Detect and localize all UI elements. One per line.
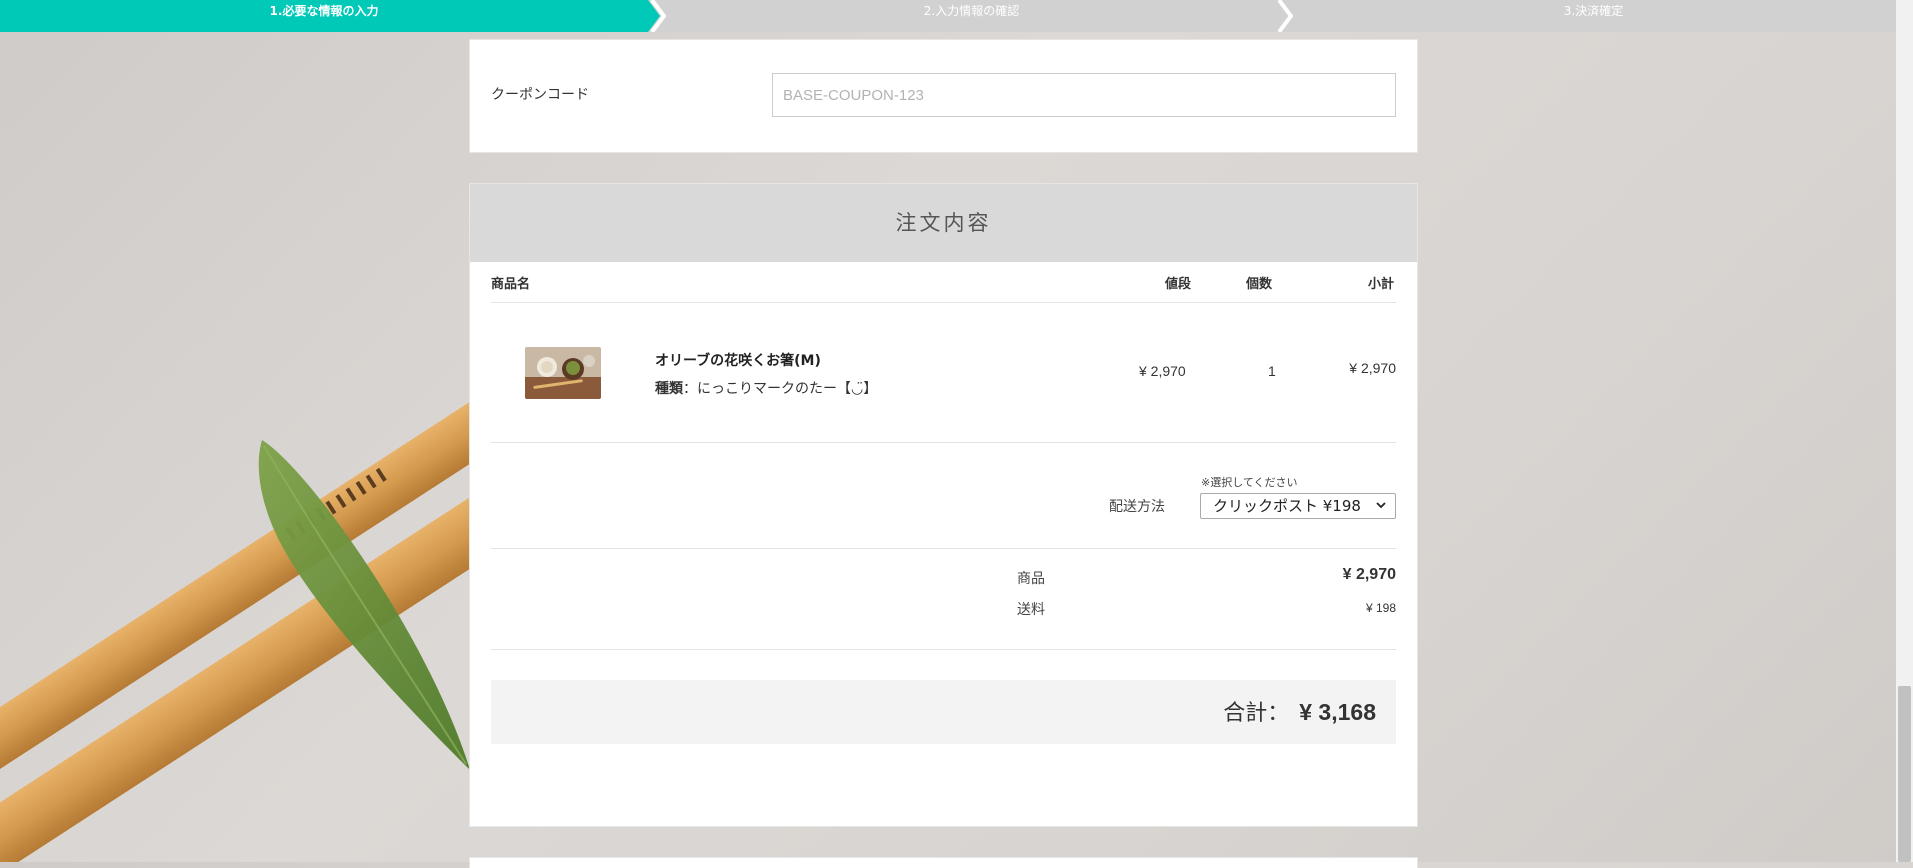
grand-total-label: 合計： <box>1223 701 1290 726</box>
product-variant: 種類：にっこりマークのたー【◡̈】 <box>655 378 877 398</box>
shipping-method-select[interactable]: クリックポスト ¥198 <box>1200 493 1396 519</box>
product-thumbnail <box>525 347 601 399</box>
variant-separator: ： <box>683 381 697 397</box>
product-name: オリーブの花咲くお箸(M) <box>655 353 821 369</box>
divider <box>491 302 1396 303</box>
checkout-progress: 1.必要な情報の入力 2.入力情報の確認 3.決済確定 <box>0 0 1913 32</box>
column-header-price: 値段 <box>1165 277 1192 292</box>
column-header-subtotal: 小計 <box>1368 277 1395 292</box>
divider <box>491 548 1396 549</box>
item-quantity: 1 <box>1268 363 1276 379</box>
column-header-product-name: 商品名 <box>491 277 531 292</box>
shipping-fee-value: ¥ 198 <box>1365 601 1396 615</box>
items-total-label: 商品 <box>1017 571 1045 587</box>
coupon-label: クーポンコード <box>491 87 589 103</box>
progress-step-1: 1.必要な情報の入力 <box>269 4 379 18</box>
progress-step-2: 2.入力情報の確認 <box>923 4 1020 18</box>
column-header-quantity: 個数 <box>1246 277 1273 292</box>
divider <box>491 649 1396 650</box>
item-price: ¥ 2,970 <box>1139 363 1186 379</box>
order-title: 注文内容 <box>470 184 1417 262</box>
shipping-method-label: 配送方法 <box>1109 499 1165 515</box>
scrollbar-thumb[interactable] <box>1898 686 1911 862</box>
divider <box>491 442 1396 443</box>
variant-value: にっこりマークのたー【◡̈】 <box>697 381 878 397</box>
chevron-down-icon <box>1376 502 1386 509</box>
variant-label: 種類 <box>655 381 683 397</box>
grand-total-value: ¥ 3,168 <box>1299 699 1376 725</box>
progress-step-3: 3.決済確定 <box>1563 4 1624 18</box>
grand-total-box: 合計： ¥ 3,168 <box>491 680 1396 744</box>
next-section <box>470 858 1417 868</box>
shipping-note: ※選択してください <box>1201 476 1298 489</box>
coupon-section: クーポンコード <box>470 40 1417 152</box>
shipping-method-selected: クリックポスト ¥198 <box>1213 497 1361 515</box>
item-subtotal: ¥ 2,970 <box>1349 360 1396 376</box>
grand-total: 合計： ¥ 3,168 <box>1223 680 1376 746</box>
items-total-value: ¥ 2,970 <box>1342 566 1396 583</box>
shipping-fee-label: 送料 <box>1017 602 1045 618</box>
coupon-code-input[interactable] <box>772 73 1396 117</box>
page-scrollbar[interactable] <box>1896 0 1913 862</box>
order-summary-section: 注文内容 商品名 値段 個数 小計 オリーブの花咲くお箸(M) 種類：にっこりマ… <box>470 184 1417 826</box>
